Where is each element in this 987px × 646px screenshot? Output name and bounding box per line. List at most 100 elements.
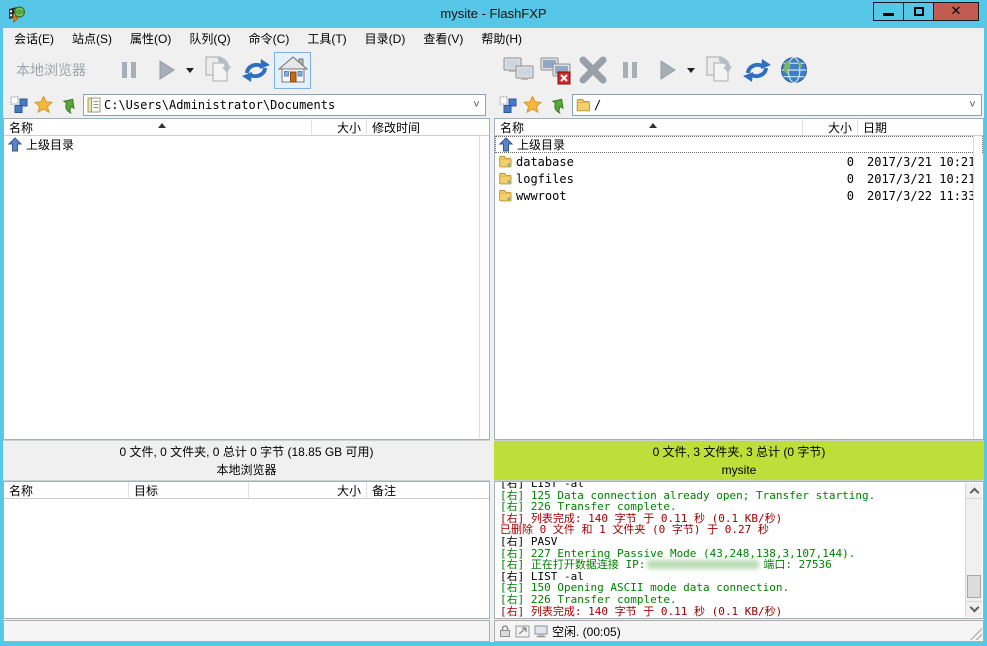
remote-abort-button[interactable] [574, 52, 611, 89]
menu-item-3[interactable]: 队列(Q) [180, 27, 239, 50]
local-up-directory-button[interactable] [56, 93, 81, 116]
censored-ip-block [647, 560, 759, 569]
idle-status-text: 空闲. (00:05) [552, 623, 621, 640]
remote-pause-button[interactable] [611, 52, 648, 89]
file-size: 0 [803, 172, 858, 186]
column-header-1[interactable]: 大小 [312, 119, 367, 135]
titlebar[interactable]: mysite - FlashFXP ✕ [0, 0, 987, 28]
local-pause-button[interactable] [110, 52, 147, 89]
menu-item-8[interactable]: 帮助(H) [472, 27, 531, 50]
remote-file-list: 名称大小日期 上级目录database02017/3/21 10:21logfi… [494, 118, 984, 440]
file-row[interactable]: 上级目录 [495, 136, 983, 153]
local-site-manager-button[interactable] [6, 93, 31, 116]
ftp-log-panel[interactable]: [右] LIST -al[右] 125 Data connection alre… [494, 481, 984, 619]
file-name-cell: logfiles [496, 172, 803, 186]
remote-refresh-button[interactable] [738, 52, 775, 89]
remote-up-directory-button[interactable] [545, 93, 570, 116]
window-title: mysite - FlashFXP [0, 6, 987, 21]
queue-status-icon [533, 624, 549, 638]
remote-bookmarks-button[interactable] [520, 93, 545, 116]
chevron-down-icon[interactable]: ˅ [964, 99, 981, 111]
column-header-0[interactable]: 名称 [495, 119, 803, 135]
remote-transfer-queue-button[interactable] [701, 52, 738, 89]
column-header-2[interactable]: 修改时间 [367, 119, 489, 135]
statusbar-left-panel [3, 620, 490, 642]
remote-web-button[interactable] [775, 52, 812, 89]
remote-disconnect-button[interactable] [537, 52, 574, 89]
local-browser-label: 本地浏览器 [3, 60, 110, 80]
log-text: [右] 列表完成: 140 字节 于 0.11 秒 (0.1 KB/秒) [500, 605, 782, 618]
file-name-cell: database [496, 155, 803, 169]
menu-item-1[interactable]: 站点(S) [63, 27, 121, 50]
column-header-label: 名称 [500, 119, 524, 136]
local-transfer-queue-button[interactable] [200, 52, 237, 89]
file-row[interactable]: wwwroot02017/3/22 11:33 [495, 187, 983, 204]
column-header-3[interactable]: 备注 [367, 482, 489, 498]
column-header-2[interactable]: 日期 [858, 119, 983, 135]
local-start-button[interactable] [147, 52, 184, 89]
scroll-down-button[interactable] [966, 601, 982, 617]
file-row[interactable]: logfiles02017/3/21 10:21 [495, 170, 983, 187]
local-file-list: 名称 大小修改时间 上级目录 [3, 118, 490, 440]
maximize-icon [914, 7, 924, 16]
column-header-label: 备注 [372, 482, 396, 499]
pane-status-row: 0 文件, 0 文件夹, 0 总计 0 字节 (18.85 GB 可用) 本地浏… [3, 440, 984, 481]
folder-icon [573, 98, 594, 112]
menu-item-6[interactable]: 目录(D) [356, 27, 415, 50]
column-header-label: 名称 [9, 119, 33, 136]
file-date: 2017/3/21 10:21 [858, 172, 982, 186]
menu-item-2[interactable]: 属性(O) [121, 27, 180, 50]
disconnect-icon [539, 55, 573, 85]
minimize-button[interactable] [873, 2, 904, 21]
maximize-button[interactable] [903, 2, 934, 21]
home-icon [278, 56, 308, 84]
menu-item-5[interactable]: 工具(T) [298, 27, 355, 50]
remote-site-manager-button[interactable] [495, 93, 520, 116]
remote-connect-button[interactable] [500, 52, 537, 89]
file-name: database [516, 155, 574, 169]
remote-list-rows: 上级目录database02017/3/21 10:21logfiles0201… [495, 136, 983, 439]
column-header-2[interactable]: 大小 [249, 482, 367, 498]
local-list-scrollbar[interactable] [479, 136, 488, 438]
sort-arrow-icon [649, 123, 657, 128]
resize-grip[interactable] [970, 628, 982, 640]
remote-start-dropdown-icon[interactable] [687, 68, 695, 73]
flashfxp-logo-icon [8, 6, 26, 23]
local-home-button[interactable] [274, 52, 311, 89]
remote-path-input[interactable]: / ˅ [572, 94, 982, 116]
column-header-label: 大小 [337, 119, 361, 136]
local-refresh-button[interactable] [237, 52, 274, 89]
file-row[interactable]: 上级目录 [4, 136, 489, 153]
remote-start-button[interactable] [648, 52, 685, 89]
column-header-label: 日期 [863, 119, 887, 136]
column-header-1[interactable]: 目标 [129, 482, 249, 498]
local-status-counts: 0 文件, 0 文件夹, 0 总计 0 字节 (18.85 GB 可用) [119, 443, 373, 461]
flashfxp-window: mysite - FlashFXP ✕ 会话(E)站点(S)属性(O)队列(Q)… [0, 0, 987, 646]
scroll-up-button[interactable] [966, 483, 982, 499]
local-list-rows: 上级目录 [4, 136, 489, 439]
connect-icon [502, 55, 536, 85]
file-row[interactable]: database02017/3/21 10:21 [495, 153, 983, 170]
document-icon [84, 97, 104, 113]
menu-item-4[interactable]: 命令(C) [240, 27, 299, 50]
local-path-input[interactable]: C:\Users\Administrator\Documents ˅ [83, 94, 486, 116]
local-start-dropdown-icon[interactable] [186, 68, 194, 73]
remote-list-header: 名称 大小日期 [495, 119, 983, 136]
close-button[interactable]: ✕ [933, 2, 979, 21]
remote-list-scrollbar[interactable] [973, 136, 982, 438]
column-header-0[interactable]: 名称 [4, 482, 129, 498]
column-header-0[interactable]: 名称 [4, 119, 312, 135]
chevron-down-icon[interactable]: ˅ [468, 99, 485, 111]
remote-status-sitename: mysite [722, 461, 757, 479]
menu-item-7[interactable]: 查看(V) [414, 27, 472, 50]
refresh-icon [742, 57, 772, 84]
queue-body[interactable] [4, 499, 489, 618]
column-header-label: 名称 [9, 482, 33, 499]
local-list-header: 名称 大小修改时间 [4, 119, 489, 136]
local-bookmarks-button[interactable] [31, 93, 56, 116]
log-scrollbar[interactable] [965, 483, 982, 617]
column-header-1[interactable]: 大小 [803, 119, 858, 135]
log-line: 已删除 0 文件 和 1 文件夹 (0 字节) 于 0.27 秒 [500, 524, 964, 536]
menu-item-0[interactable]: 会话(E) [5, 27, 63, 50]
scroll-thumb[interactable] [967, 575, 981, 598]
